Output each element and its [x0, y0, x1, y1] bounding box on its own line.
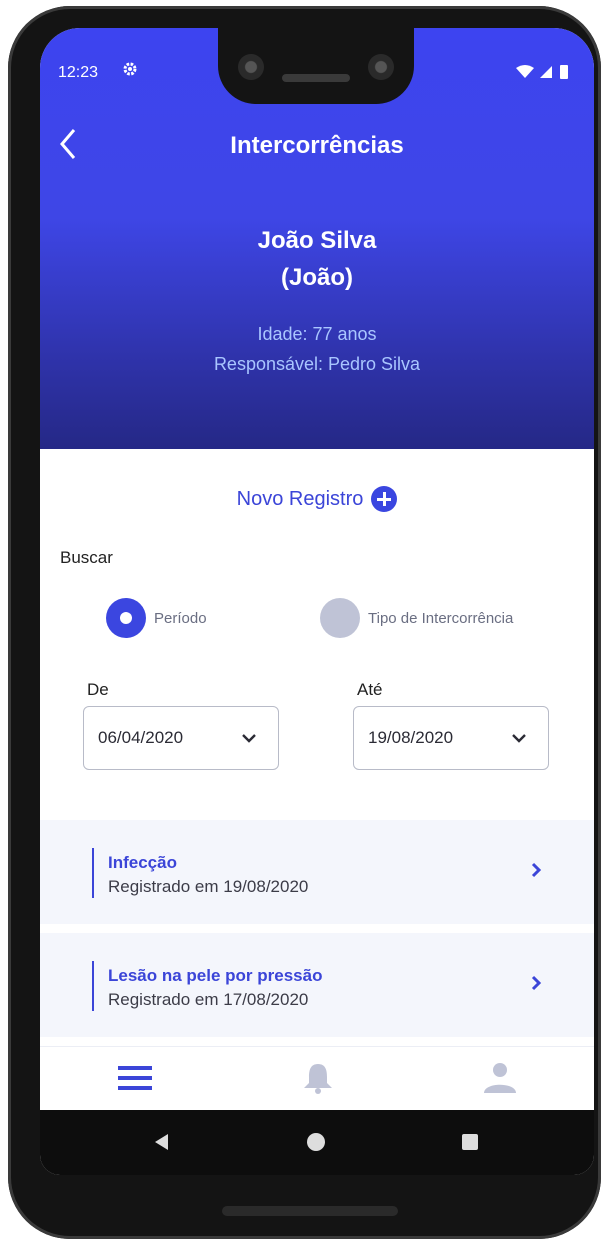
radio-selected-icon — [106, 598, 146, 638]
records-list: Infecção Registrado em 19/08/2020 Lesão … — [40, 820, 594, 1046]
record-title: Lesão na pele por pressão — [108, 966, 323, 985]
chevron-down-icon — [512, 734, 526, 743]
patient-name: João Silva — [257, 227, 377, 254]
to-label: Até — [357, 680, 383, 699]
speaker-bottom — [222, 1206, 398, 1216]
patient-responsible: Responsável: Pedro Silva — [213, 354, 421, 374]
accent-bar — [92, 848, 94, 898]
record-title: Infecção — [108, 853, 177, 872]
page-title: Intercorrências — [230, 132, 404, 159]
radio-periodo-label: Período — [154, 609, 207, 627]
to-date-value: 19/08/2020 — [368, 728, 454, 747]
chevron-down-icon — [242, 734, 256, 743]
new-record-label: Novo Registro — [236, 487, 364, 510]
bell-icon[interactable] — [298, 1061, 338, 1095]
radio-tipo-label: Tipo de Intercorrência — [368, 609, 514, 627]
chevron-right-icon — [531, 975, 542, 991]
radio-periodo[interactable]: Período — [106, 598, 207, 638]
from-date-select[interactable]: 06/04/2020 — [83, 706, 279, 770]
patient-nickname: (João) — [281, 264, 353, 291]
signal-icon — [540, 66, 552, 78]
from-date-value: 06/04/2020 — [98, 728, 184, 747]
nav-back-icon[interactable] — [152, 1132, 172, 1152]
camera-left — [238, 54, 264, 80]
battery-icon — [560, 65, 568, 79]
new-record-button[interactable]: Novo Registro — [40, 486, 594, 512]
status-icons — [514, 64, 574, 80]
search-label: Buscar — [60, 548, 113, 567]
chevron-right-icon — [531, 862, 542, 878]
plus-circle-icon — [371, 486, 398, 512]
user-icon[interactable] — [480, 1061, 520, 1095]
menu-icon[interactable] — [116, 1061, 156, 1095]
record-date: Registrado em 17/08/2020 — [108, 990, 309, 1009]
to-date-select[interactable]: 19/08/2020 — [353, 706, 549, 770]
radio-tipo[interactable]: Tipo de Intercorrência — [320, 598, 513, 638]
bottom-tab-bar — [40, 1046, 594, 1111]
camera-right — [368, 54, 394, 80]
wifi-icon — [516, 65, 534, 78]
camera-notch — [218, 28, 414, 104]
radio-unselected-icon — [320, 598, 360, 638]
speaker-grille — [282, 74, 350, 82]
header: 12:23 Intercorrências João Silva (João) … — [40, 28, 594, 449]
nav-home-icon[interactable] — [306, 1132, 326, 1152]
nav-recents-icon[interactable] — [460, 1132, 480, 1152]
list-item[interactable]: Infecção Registrado em 19/08/2020 — [40, 820, 594, 924]
list-item[interactable]: Lesão na pele por pressão Registrado em … — [40, 933, 594, 1037]
record-date: Registrado em 19/08/2020 — [108, 877, 309, 896]
from-label: De — [87, 680, 109, 699]
system-nav-bar — [40, 1110, 594, 1175]
accent-bar — [92, 961, 94, 1011]
status-time: 12:23 — [58, 64, 99, 81]
patient-age: Idade: 77 anos — [257, 324, 377, 344]
app-screen: 12:23 Intercorrências João Silva (João) … — [40, 28, 594, 1175]
gear-icon — [122, 61, 138, 82]
phone-frame: 12:23 Intercorrências João Silva (João) … — [8, 6, 601, 1239]
